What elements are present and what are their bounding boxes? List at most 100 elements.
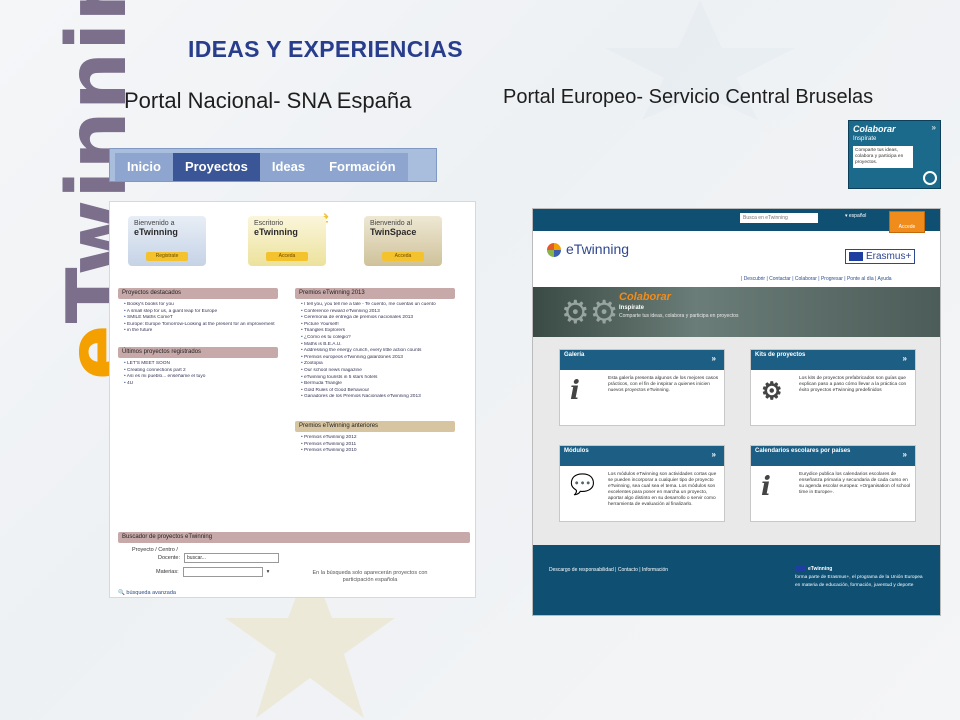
colaborar-subtitle: Inspírate [853, 136, 877, 142]
footer-brand: eTwinning [808, 566, 833, 572]
sna-right-column: Premios eTwinning 2013 I tell you, you t… [295, 288, 455, 455]
tile-title: Módulos [560, 446, 724, 466]
ultimos-header: Últimos proyectos registrados [118, 346, 278, 358]
list-item[interactable]: Ganadores de los Premios Nacionales eTwi… [301, 394, 455, 401]
tile-modulos[interactable]: Módulos 💬 Los módulos eTwinning son acti… [559, 445, 725, 522]
proyecto-label: Proyecto / Centro / [132, 547, 178, 553]
sna-left-column: Proyectos destacados Booky's books for y… [118, 288, 278, 387]
banner-title: Colaborar [619, 291, 671, 303]
banner-subtitle: Inspírate [619, 305, 645, 311]
tile-kits[interactable]: Kits de proyectos ⚙ Los kits de proyecto… [750, 349, 916, 426]
list-item[interactable]: Bermuda Triangle [301, 381, 455, 388]
nav-tab-inicio[interactable]: Inicio [115, 153, 173, 181]
eu-flag-icon [795, 565, 805, 572]
tile-title: Calendarios escolares por países [751, 446, 915, 466]
nav-tab-formacion[interactable]: Formación [317, 153, 408, 181]
list-item[interactable]: Picture Yourself! [301, 322, 455, 329]
accede-button[interactable]: Accede [889, 211, 925, 233]
materias-select[interactable] [182, 567, 263, 577]
list-item[interactable]: Gold Rules of Good Behaviour [301, 388, 455, 395]
list-item[interactable]: Our school news magazine [301, 368, 455, 375]
card-escritorio[interactable]: Escritorio eTwinning Acceda [248, 216, 326, 266]
list-item[interactable]: Creating connections part 2 [124, 368, 278, 375]
nav-tab-ideas[interactable]: Ideas [259, 153, 318, 181]
list-item[interactable]: Ceremonia de entrega de premios nacional… [301, 315, 455, 322]
docente-label: Docente: [158, 555, 181, 561]
list-item[interactable]: SMILE Maths ComeT [124, 315, 278, 322]
anteriores-list: Premios eTwinning 2012 Premios eTwinning… [295, 435, 455, 455]
list-item[interactable]: Premios eTwinning 2012 [301, 435, 455, 442]
list-item[interactable]: ¿Cómo es tu colegio? [301, 335, 455, 342]
card-twinspace[interactable]: Bienvenido al TwinSpace Acceda [364, 216, 442, 266]
eu-footer: Descargo de responsabilidad | Contacto |… [533, 545, 940, 615]
speech-bubble-icon: 💬 [570, 472, 595, 496]
card-small: Bienvenido a [134, 220, 175, 227]
footer-about: eTwinning forma parte de Erasmus+, el pr… [795, 565, 925, 590]
colaborar-badge[interactable]: Colaborar » Inspírate Comparte tus ideas… [848, 120, 941, 189]
list-item[interactable]: Booky's books for you [124, 302, 278, 309]
list-item[interactable]: Conference reward eTwinning 2013 [301, 309, 455, 316]
list-item[interactable]: Premios eTwinning 2011 [301, 442, 455, 449]
etwinning-logo-text: eTwinning [566, 241, 630, 257]
list-item[interactable]: I tell you, you tell me a tale - Te cuen… [301, 302, 455, 309]
sna-cards-area: Bienvenido aeTwinningRegistrate ⇄ Escrit… [110, 202, 475, 274]
destacados-header: Proyectos destacados [118, 288, 278, 299]
list-item[interactable]: Zootopia [301, 361, 455, 368]
search-icon: 🔍 [118, 590, 125, 596]
colaborar-title: Colaborar [853, 124, 896, 134]
premios-header: Premios eTwinning 2013 [295, 288, 455, 299]
registrate-button[interactable]: Registrate [146, 252, 188, 261]
list-item[interactable]: Premios eTwinning 2010 [301, 448, 455, 455]
list-item[interactable]: in the future [124, 328, 278, 335]
list-item[interactable]: Triangles Explorers [301, 328, 455, 335]
advanced-search-link[interactable]: 🔍 búsqueda avanzada [118, 590, 176, 596]
list-item[interactable]: 4U [124, 381, 278, 388]
list-item[interactable]: LET'S MEET SOON [124, 361, 278, 368]
search-input[interactable]: Busca en eTwinning [740, 213, 818, 223]
info-icon: i [761, 472, 771, 502]
acceda-button[interactable]: Acceda [382, 252, 424, 261]
eu-main-nav[interactable]: | Descubrir | Contactar | Colaborar | Pr… [741, 276, 892, 282]
left-heading: Portal Nacional- SNA España [124, 88, 412, 113]
acceda-button[interactable]: Acceda [266, 252, 308, 261]
list-item[interactable]: Maths is B.E.A.U. [301, 342, 455, 349]
search-row: Docente: buscar... [158, 553, 470, 563]
card-big: eTwinning [134, 227, 178, 237]
gears-icon: ⚙⚙ [561, 294, 619, 330]
advanced-search-label: búsqueda avanzada [126, 590, 176, 596]
destacados-list: Booky's books for you A small step for u… [118, 302, 278, 335]
footer-links[interactable]: Descargo de responsabilidad | Contacto |… [549, 567, 668, 573]
list-item[interactable]: Así es mi pueblo... enséñame el tuyo [124, 374, 278, 381]
eu-flag-icon [849, 251, 863, 261]
tile-text: Los kits de proyectos prefabricados son … [799, 376, 907, 393]
info-icon: i [570, 376, 580, 406]
chevron-right-icon: » [931, 123, 936, 132]
eu-top-bar: Busca en eTwinning ▾ español Accede [533, 209, 940, 233]
tile-text: Eurydice publica los calendarios escolar… [799, 472, 911, 495]
card-bienvenido[interactable]: Bienvenido a eTwinning Registrate [128, 216, 206, 266]
colaborar-banner: ⚙⚙ Colaborar Inspírate Comparte tus idea… [533, 287, 940, 337]
search-input[interactable]: buscar... [184, 553, 280, 563]
etwinning-logo[interactable]: eTwinning [547, 241, 630, 258]
list-item[interactable]: A small step for us, a giant leap for Eu… [124, 309, 278, 316]
list-item[interactable]: Addressing the energy crunch, every litt… [301, 348, 455, 355]
card-small: Bienvenido al [370, 220, 413, 227]
tile-title: Kits de proyectos [751, 350, 915, 370]
tile-text: Los módulos eTwinning son actividades co… [608, 472, 717, 507]
language-select[interactable]: ▾ español [845, 213, 866, 219]
anteriores-header: Premios eTwinning anteriores [295, 420, 455, 432]
card-small: Escritorio [254, 220, 284, 227]
chevron-down-icon[interactable]: ▾ [267, 569, 270, 575]
list-item[interactable]: eTwinning tourists in 5 stars hotels [301, 375, 455, 382]
list-item[interactable]: Europe: Europe Tomorrow-Looking at the p… [124, 322, 278, 329]
footer-text: forma parte de Erasmus+, el programa de … [795, 575, 923, 588]
tiles-area: Galería i Esta galería presenta algunos … [533, 337, 940, 545]
premios-list: I tell you, you tell me a tale - Te cuen… [295, 302, 455, 401]
nav-tab-proyectos[interactable]: Proyectos [172, 153, 260, 181]
erasmus-label: Erasmus+ [866, 251, 912, 262]
tile-galeria[interactable]: Galería i Esta galería presenta algunos … [559, 349, 725, 426]
tile-calendarios[interactable]: Calendarios escolares por países i Euryd… [750, 445, 916, 522]
right-heading: Portal Europeo- Servicio Central Brusela… [503, 86, 874, 108]
slide-title: IDEAS Y EXPERIENCIAS [188, 36, 463, 62]
list-item[interactable]: Premios europeos eTwinning galardones 20… [301, 355, 455, 362]
